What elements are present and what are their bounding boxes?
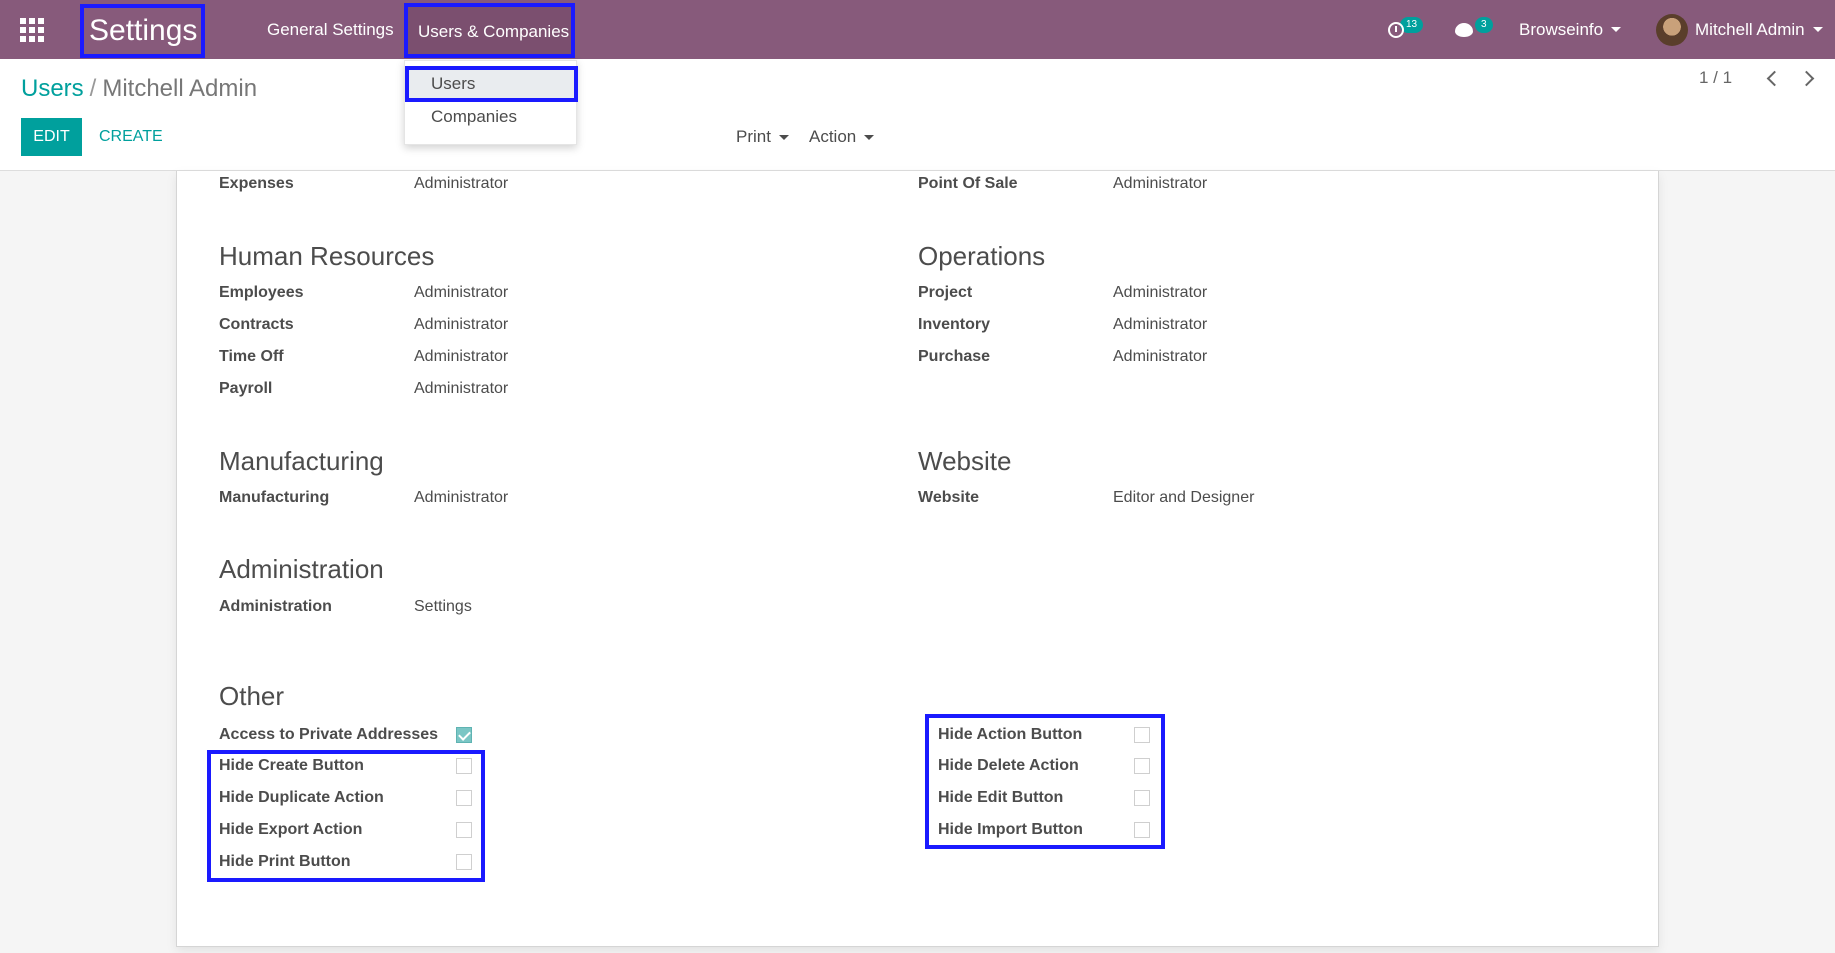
avatar [1656,13,1688,46]
field-value-employees[interactable]: Administrator [414,284,508,302]
hide-print-button-checkbox[interactable] [456,854,472,870]
hide-delete-action-checkbox[interactable] [1134,758,1150,774]
group-title-administration: Administration [219,554,384,584]
breadcrumb: Users / Mitchell Admin [21,75,257,103]
field-label-time-off: Time Off [219,348,284,365]
action-label: Action [809,127,857,146]
field-label-inventory: Inventory [918,316,991,333]
dropdown-item-companies[interactable]: Companies [405,101,578,137]
field-value-project[interactable]: Administrator [1113,284,1207,302]
edit-button[interactable]: EDIT [21,118,82,156]
field-value-expenses[interactable]: Administrator [414,175,508,193]
field-value-point-of-sale[interactable]: Administrator [1113,175,1207,193]
chevron-left-icon[interactable] [1766,70,1778,86]
hide-create-button-checkbox[interactable] [456,758,472,774]
group-title-manufacturing: Manufacturing [219,446,384,476]
chevron-down-icon [1812,27,1823,32]
group-title-other: Other [219,681,285,711]
dropdown-item-users[interactable]: Users [405,66,578,102]
chevron-down-icon [1611,27,1622,32]
field-label-hide-create-button: Hide Create Button [219,757,364,774]
field-label-manufacturing: Manufacturing [219,489,330,506]
hide-export-action-checkbox[interactable] [456,822,472,838]
field-value-administration[interactable]: Settings [414,598,472,616]
messages-badge: 3 [1475,16,1493,33]
field-label-hide-import-button: Hide Import Button [938,821,1083,838]
group-title-website: Website [918,446,1012,476]
user-menu[interactable]: Mitchell Admin [1656,0,1823,59]
clock-icon [1388,21,1404,38]
access-private-addresses-checkbox[interactable] [456,727,472,743]
field-label-payroll: Payroll [219,380,273,397]
menu-general-settings[interactable]: General Settings [267,0,394,59]
hide-edit-button-checkbox[interactable] [1134,790,1150,806]
group-title-hr: Human Resources [219,241,435,271]
field-label-hide-delete-action: Hide Delete Action [938,757,1079,774]
field-value-purchase[interactable]: Administrator [1113,348,1207,366]
hide-action-button-checkbox[interactable] [1134,727,1150,743]
control-panel: Users / Mitchell Admin EDIT CREATE Print A… [0,59,1835,171]
company-name: Browseinfo [1519,20,1604,39]
breadcrumb-current: Mitchell Admin [102,75,258,102]
field-label-purchase: Purchase [918,348,991,365]
user-name: Mitchell Admin [1695,20,1805,39]
users-companies-dropdown: Users Companies [404,60,578,145]
hide-duplicate-action-checkbox[interactable] [456,790,472,806]
messages-menu[interactable]: 3 [1455,0,1493,59]
field-value-time-off[interactable]: Administrator [414,348,508,366]
field-label-hide-duplicate-action: Hide Duplicate Action [219,789,384,806]
chevron-down-icon [864,135,875,141]
field-label-project: Project [918,284,973,301]
field-label-administration: Administration [219,598,332,615]
field-label-website: Website [918,489,980,506]
field-value-contracts[interactable]: Administrator [414,316,508,334]
create-button[interactable]: CREATE [99,118,163,156]
menu-users-companies[interactable]: Users & Companies [404,3,575,58]
group-title-operations: Operations [918,241,1046,271]
action-dropdown[interactable]: Action [809,118,875,156]
field-label-employees: Employees [219,284,304,301]
print-label: Print [736,127,771,146]
field-value-manufacturing[interactable]: Administrator [414,489,508,507]
print-dropdown[interactable]: Print [736,118,789,156]
activity-menu[interactable]: 13 [1388,0,1424,59]
hide-import-button-checkbox[interactable] [1134,822,1150,838]
apps-menu-icon[interactable] [20,18,44,42]
field-value-payroll[interactable]: Administrator [414,380,508,398]
breadcrumb-separator: / [89,75,97,102]
pager-value[interactable]: 1 / 1 [1699,59,1732,97]
field-label-hide-action-button: Hide Action Button [938,726,1083,743]
field-label-expenses: Expenses [219,175,294,192]
field-value-website[interactable]: Editor and Designer [1113,489,1254,507]
field-label-contracts: Contracts [219,316,294,333]
company-switcher[interactable]: Browseinfo [1519,0,1622,59]
app-brand[interactable]: Settings [80,4,205,58]
field-label-hide-print-button: Hide Print Button [219,853,351,870]
chat-icon [1455,22,1473,37]
field-label-hide-edit-button: Hide Edit Button [938,789,1064,806]
top-navbar: Settings General Settings Users & Compan… [0,0,1835,59]
field-label-point-of-sale: Point Of Sale [918,175,1018,192]
chevron-right-icon[interactable] [1801,70,1813,86]
field-label-access-private-addresses: Access to Private Addresses [219,726,439,743]
field-value-inventory[interactable]: Administrator [1113,316,1207,334]
breadcrumb-users-link[interactable]: Users [21,75,84,102]
field-label-hide-export-action: Hide Export Action [219,821,363,838]
chevron-down-icon [778,135,789,141]
